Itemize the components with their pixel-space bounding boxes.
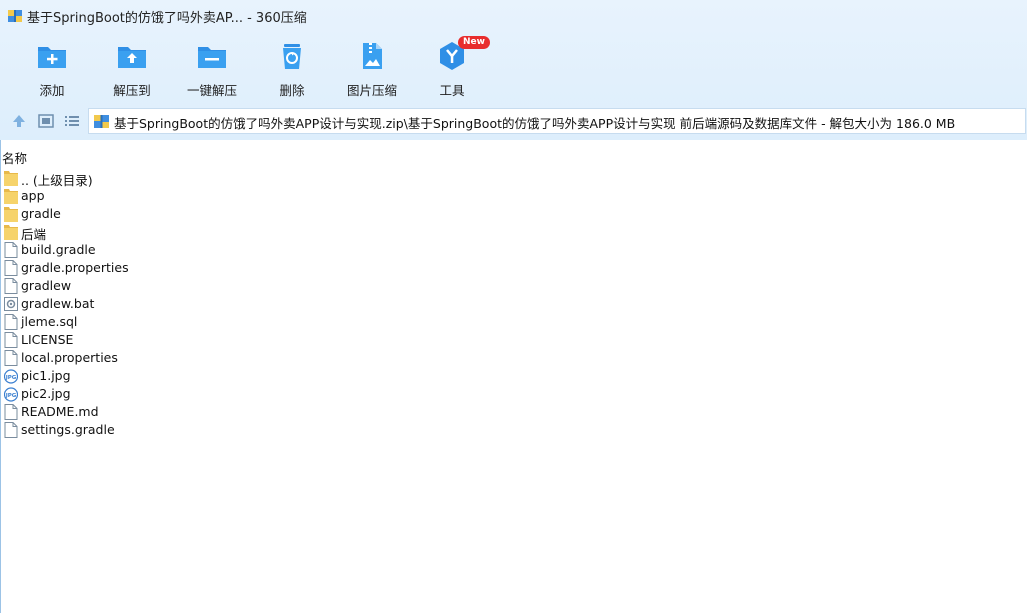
address-bar[interactable]: 基于SpringBoot的仿饿了吗外卖APP设计与实现.zip\基于Spring… [88,108,1026,134]
tools-label: 工具 [439,83,465,98]
one-click-extract-label: 一键解压 [186,83,237,98]
file-icon [4,242,18,258]
extract-to-label: 解压到 [113,83,151,98]
file-name: pic1.jpg [21,368,71,383]
file-icon [4,422,18,438]
list-item[interactable]: app [0,187,300,205]
jpg-image-icon: JPG [4,369,18,384]
list-view-icon[interactable] [63,112,81,130]
list-item[interactable]: README.md [0,403,300,421]
file-name: gradlew [21,278,72,293]
archive-app-icon [8,10,22,22]
column-name-label: 名称 [2,151,28,166]
folder-icon [4,225,18,240]
list-item[interactable]: local.properties [0,349,300,367]
file-name: build.gradle [21,242,96,257]
image-compress-button[interactable]: 图片压缩 [336,36,408,98]
file-name: gradlew.bat [21,296,95,311]
tools-button[interactable]: New 工具 [416,36,490,98]
toolbar: 添加 解压到 一键解压 删除 图片压缩 New 工具 [0,32,1027,100]
extract-to-button[interactable]: 解压到 [96,36,168,98]
file-icon [4,332,18,348]
folder-icon [4,207,18,222]
list-item[interactable]: .. (上级目录) [0,169,300,188]
list-item[interactable]: gradlew.bat [0,295,300,313]
add-folder-icon [38,47,66,68]
list-item[interactable]: gradle [0,205,300,223]
new-badge: New [458,36,490,49]
list-item[interactable]: build.gradle [0,241,300,259]
svg-text:JPG: JPG [5,393,17,399]
address-path: 基于SpringBoot的仿饿了吗外卖APP设计与实现.zip\基于Spring… [114,116,956,131]
column-header-name[interactable]: 名称 [0,146,1027,166]
file-icon [4,314,18,330]
file-name: pic2.jpg [21,386,71,401]
list-item[interactable]: settings.gradle [0,421,300,439]
file-icon [4,404,18,420]
navigation-bar: 基于SpringBoot的仿饿了吗外卖APP设计与实现.zip\基于Spring… [0,106,1027,136]
file-name: gradle.properties [21,260,129,275]
file-list: .. (上级目录) app gradle 后端 build.gradle gradle.p… [0,169,1027,439]
file-name: README.md [21,404,99,419]
folder-icon [4,189,18,204]
list-item[interactable]: jleme.sql [0,313,300,331]
file-name: jleme.sql [21,314,78,329]
batch-file-icon [4,297,18,311]
one-click-extract-icon [198,47,226,68]
svg-text:JPG: JPG [5,375,17,381]
file-name: local.properties [21,350,118,365]
list-item[interactable]: JPG pic2.jpg [0,385,300,403]
delete-button[interactable]: 删除 [256,36,328,98]
file-name: settings.gradle [21,422,115,437]
list-item[interactable]: gradlew [0,277,300,295]
extract-to-icon [118,47,146,68]
folder-icon [4,171,18,186]
file-icon [4,278,18,294]
add-label: 添加 [39,83,65,98]
zip-archive-icon [94,115,109,128]
file-name: gradle [21,206,61,221]
file-name: app [21,188,45,203]
file-icon [4,260,18,276]
thumbnail-view-icon[interactable] [37,112,55,130]
add-button[interactable]: 添加 [16,36,88,98]
jpg-image-icon: JPG [4,387,18,402]
up-arrow-icon[interactable] [10,112,28,130]
list-item[interactable]: gradle.properties [0,259,300,277]
file-name: LICENSE [21,332,74,347]
window-title: 基于SpringBoot的仿饿了吗外卖AP... - 360压缩 [27,11,307,26]
image-compress-label: 图片压缩 [346,83,397,98]
title-bar: 基于SpringBoot的仿饿了吗外卖AP... - 360压缩 [0,0,1027,32]
image-compress-icon [363,43,382,69]
delete-icon [283,44,301,69]
file-icon [4,350,18,366]
delete-label: 删除 [279,83,305,98]
list-item[interactable]: LICENSE [0,331,300,349]
one-click-extract-button[interactable]: 一键解压 [176,36,248,98]
list-item[interactable]: JPG pic1.jpg [0,367,300,385]
list-item[interactable]: 后端 [0,223,300,242]
